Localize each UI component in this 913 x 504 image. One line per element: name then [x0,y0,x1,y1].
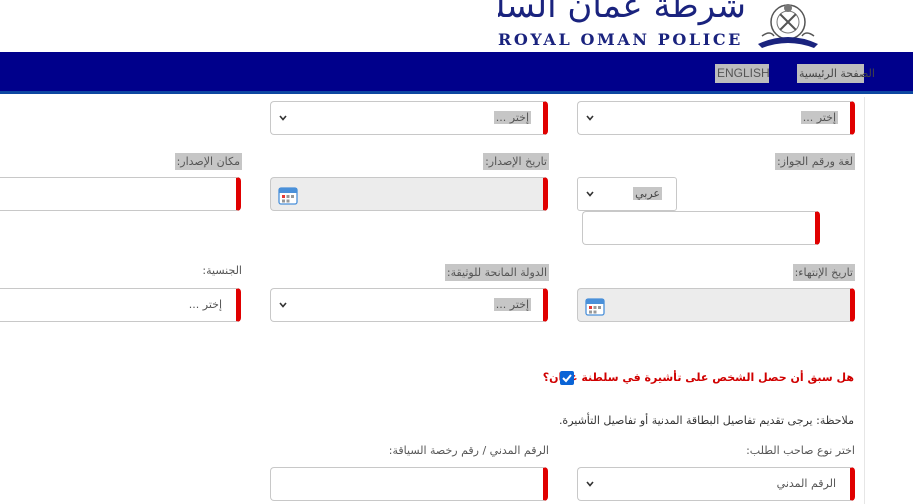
applicant-type-select[interactable]: الرقم المدني [577,467,855,501]
chevron-down-icon [586,191,594,197]
chevron-down-icon [586,115,594,121]
calendar-icon[interactable] [277,184,299,206]
applicant-type-value: الرقم المدني [776,477,836,490]
previous-visa-question: هل سبق أن حصل الشخص على تأشيرة في سلطنة … [542,371,854,384]
issue-date-label: تاريخ الإصدار: [483,153,549,170]
issue-place-label: مكان الإصدار: [174,153,242,170]
police-emblem-icon [758,4,818,48]
passport-number-input[interactable] [582,211,820,245]
expiry-date-label: تاريخ الإنتهاء: [792,264,855,281]
issuing-country-value: إختر ... [493,298,531,311]
side-panel [864,97,913,504]
nav-english-link[interactable]: ENGLISH [715,64,770,83]
note-text: ملاحظة: يرجى تقديم تفاصيل البطاقة المدني… [558,414,854,427]
nationality-label: الجنسية: [202,264,242,277]
calendar-icon[interactable] [584,295,606,317]
nav-home-link[interactable]: الصفحة الرئيسية [797,64,875,83]
issue-date-picker[interactable] [270,177,548,211]
civil-or-license-input[interactable] [270,467,548,501]
chevron-down-icon [586,481,594,487]
nationality-value: إختر ... [188,298,222,311]
secondary-type-select[interactable]: إختر ... [270,101,548,135]
passport-language-select[interactable]: عربي [577,177,677,211]
chevron-down-icon [279,115,287,121]
site-header: شرطة عُمان السلطانية ROYAL OMAN POLICE [0,0,913,52]
document-type-value: إختر ... [800,111,838,124]
secondary-type-value: إختر ... [493,111,531,124]
chevron-down-icon [279,302,287,308]
main-navbar: ENGLISH الصفحة الرئيسية [0,52,913,94]
issue-place-input[interactable] [0,177,241,211]
checkmark-icon [562,374,572,383]
expiry-date-picker[interactable] [577,288,855,322]
nationality-select[interactable]: إختر ... [0,288,241,322]
applicant-type-label: اختر نوع صاحب الطلب: [746,444,855,457]
issuing-country-label: الدولة المانحة للوثيقة: [444,264,549,281]
issuing-country-select[interactable]: إختر ... [270,288,548,322]
passport-language-value: عربي [633,187,662,200]
logo-arabic-text: شرطة عُمان السلطانية [498,0,746,26]
previous-visa-checkbox[interactable] [560,371,574,385]
logo-english-text: ROYAL OMAN POLICE [498,30,743,49]
civil-or-license-label: الرقم المدني / رقم رخصة السياقة: [388,444,549,457]
document-type-select[interactable]: إختر ... [577,101,855,135]
passport-language-number-label: لغة ورقم الجواز: [774,153,855,170]
